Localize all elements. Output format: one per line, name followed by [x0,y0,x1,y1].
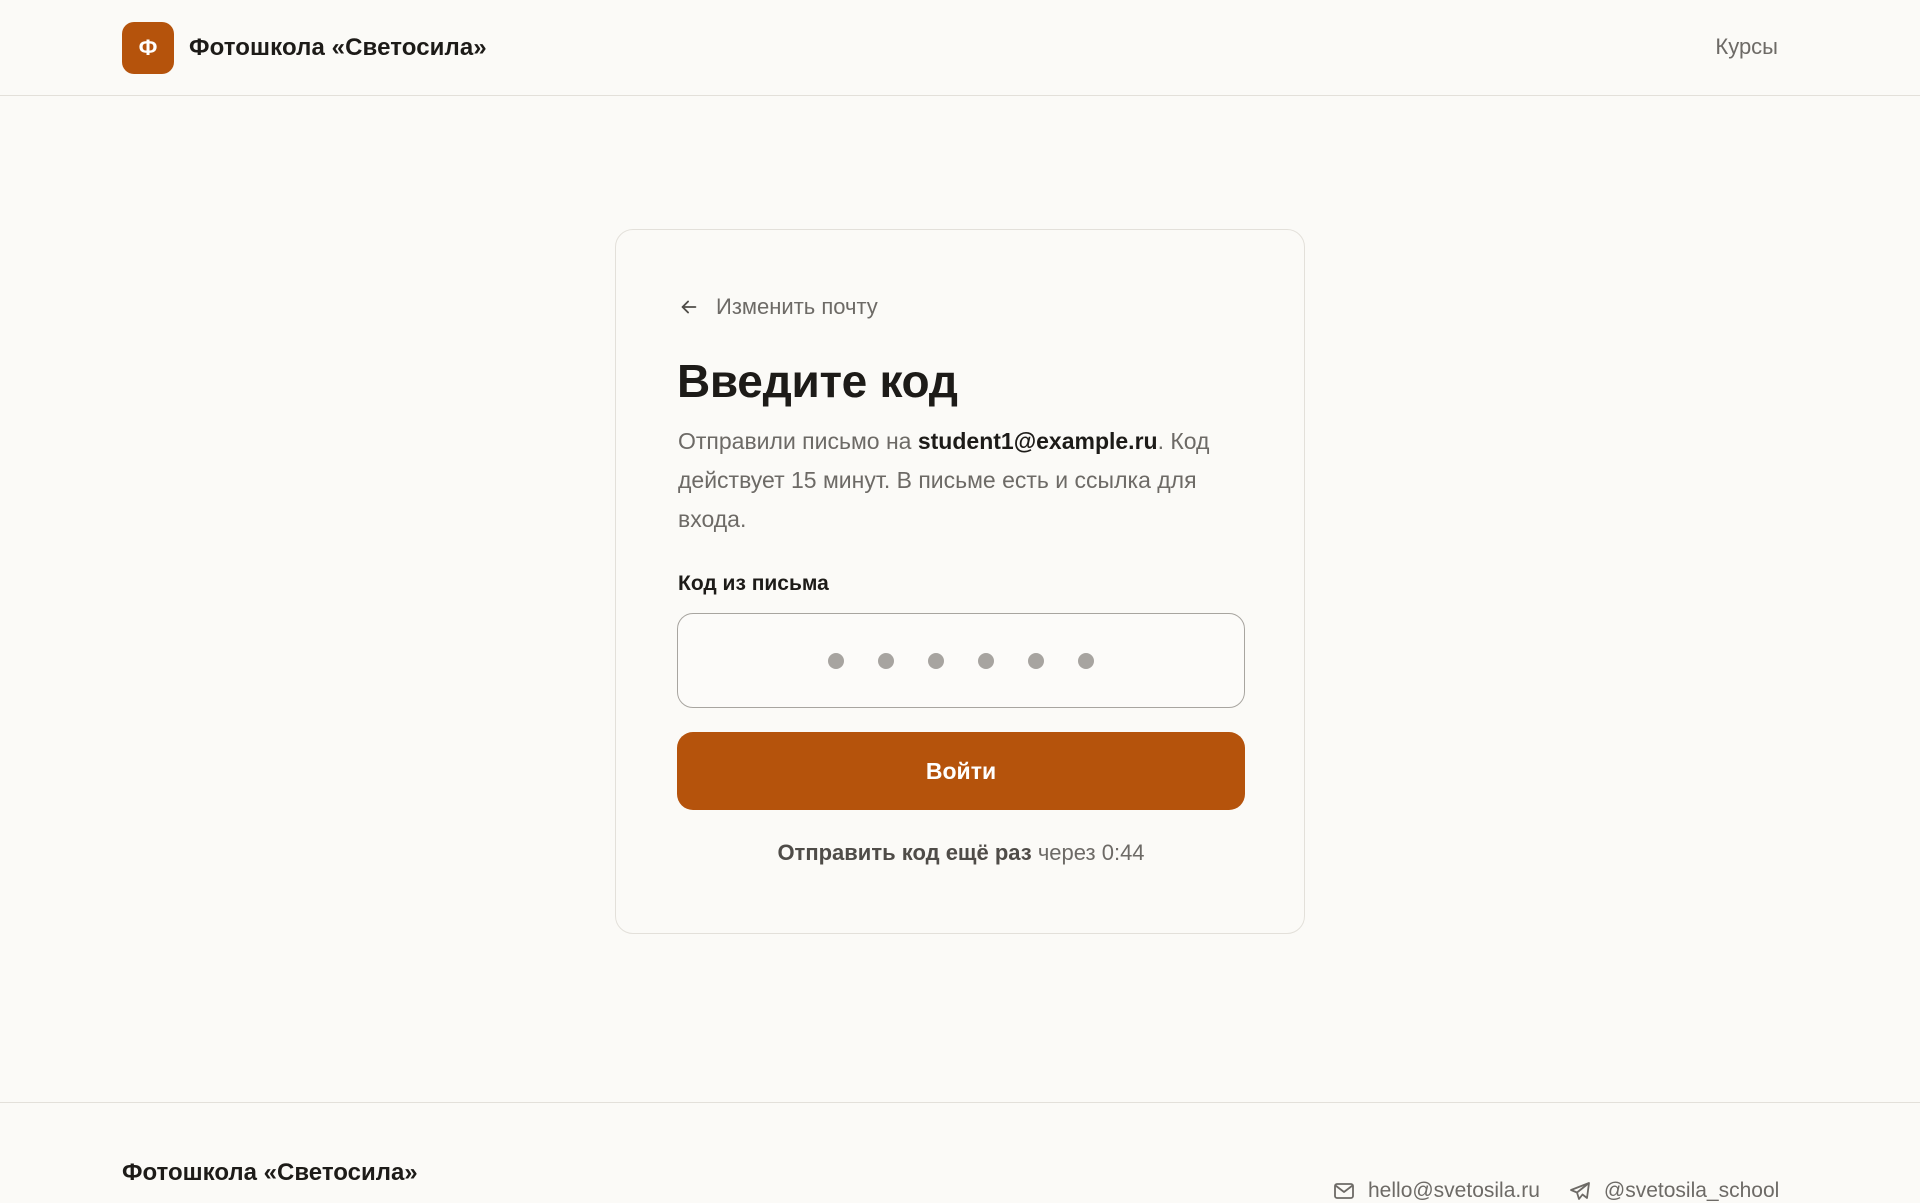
mail-icon [1334,1183,1354,1199]
code-field-label: Код из письма [678,572,829,595]
arrow-left-icon [681,300,697,314]
footer-email: hello@svetosila.ru [1368,1179,1540,1202]
top-bar: Ф Фотошкола «Светосила» Курсы [0,0,1920,96]
login-code-card: Изменить почту Введите код Отправили пис… [615,229,1305,934]
login-button[interactable]: Войти [677,732,1245,810]
brand-name: Фотошкола «Светосила» [189,34,487,61]
footer: Фотошкола «Светосила» hello@svetosila.ru… [0,1102,1920,1203]
footer-telegram: @svetosila_school [1603,1179,1780,1202]
brand-home-link[interactable]: Ф Фотошкола «Светосила» [122,22,487,74]
code-placeholder-dot [928,652,944,669]
code-placeholder-dot [828,652,844,669]
resend-timer: через 0:44 [1031,840,1145,865]
telegram-icon [1570,1182,1590,1200]
sent-email: student1@example.ru [917,428,1158,454]
code-input[interactable] [677,613,1245,708]
nav-courses-link[interactable]: Курсы [1715,34,1778,60]
footer-email-link[interactable]: hello@svetosila.ru [1332,1179,1540,1203]
footer-telegram-link[interactable]: @svetosila_school [1568,1179,1779,1203]
code-placeholder-dot [878,652,894,669]
code-placeholder-dot [1028,652,1044,669]
footer-contacts: hello@svetosila.ru @svetosila_school [1332,1179,1779,1203]
resend-row: Отправить код ещё раз через 0:44 [616,840,1306,866]
code-placeholder-dot [978,652,994,669]
change-email-label: Изменить почту [716,294,878,319]
footer-brand-name: Фотошкола «Светосила» [122,1159,418,1186]
code-placeholder-dot [1078,652,1094,669]
resend-code-link[interactable]: Отправить код ещё раз [777,840,1031,865]
brand-logo: Ф [122,22,174,74]
change-email-link[interactable]: Изменить почту [678,294,878,320]
description-prefix: Отправили письмо на [678,428,918,454]
description: Отправили письмо на student1@example.ru.… [678,422,1258,539]
page-title: Введите код [677,355,958,407]
